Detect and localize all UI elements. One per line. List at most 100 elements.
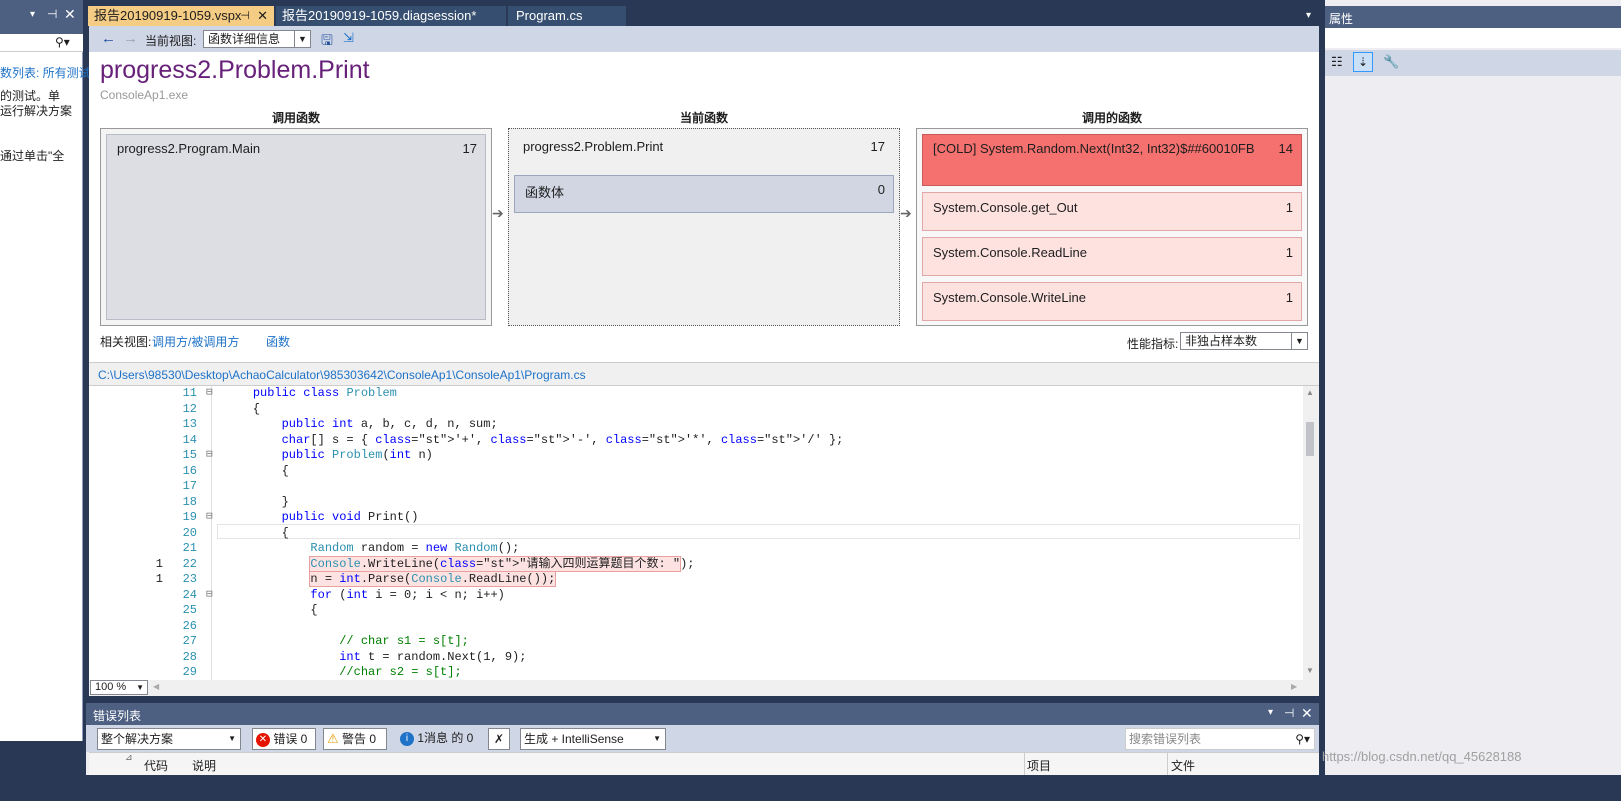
current-view-value: 函数详细信息 bbox=[208, 32, 281, 46]
line-number: 20 bbox=[182, 525, 197, 540]
callers-heading: 调用函数 bbox=[271, 111, 320, 125]
code-text: public int a, b, c, d, n, sum; bbox=[281, 417, 498, 431]
pin-icon[interactable]: ⊣ bbox=[47, 7, 57, 21]
side-panel-search[interactable]: ⚲▾ bbox=[0, 34, 83, 52]
callee-item[interactable]: System.Console.ReadLine 1 bbox=[922, 237, 1302, 276]
save-icon[interactable]: 🖫 bbox=[321, 30, 333, 54]
column-divider bbox=[1167, 753, 1168, 776]
error-list-header: ⊿ 代码 说明 项目 文件 bbox=[89, 752, 1319, 776]
caller-item[interactable]: progress2.Program.Main 17 bbox=[106, 134, 486, 320]
related-functions-link[interactable]: 函数 bbox=[266, 333, 290, 350]
tab-label: 报告20190919-1059.vspx bbox=[94, 8, 242, 23]
tab-report-vspx[interactable]: 报告20190919-1059.vspx ⊣ ✕ bbox=[88, 6, 274, 26]
properties-object-selector[interactable] bbox=[1325, 28, 1621, 48]
scrollbar-thumb[interactable] bbox=[1306, 422, 1314, 456]
messages-filter-button[interactable]: i 1消息 的 0 bbox=[398, 728, 482, 750]
errors-filter-button[interactable]: ✕ 错误 0 bbox=[252, 728, 316, 750]
scroll-down-icon[interactable]: ▼ bbox=[1306, 666, 1314, 675]
filter-toggle-button[interactable]: ✗ bbox=[488, 728, 510, 750]
code-text: { bbox=[224, 401, 261, 416]
line-number: 17 bbox=[182, 479, 197, 493]
properties-titlebar: 属性 bbox=[1325, 6, 1621, 28]
column-code[interactable]: 代码 bbox=[144, 757, 168, 774]
chevron-down-icon: ▼ bbox=[653, 734, 661, 743]
error-list-title: 错误列表 bbox=[93, 709, 142, 723]
code-text: { bbox=[224, 603, 318, 617]
collapse-icon[interactable]: ⊟ bbox=[206, 588, 213, 604]
search-icon[interactable]: ⚲▾ bbox=[1295, 729, 1310, 749]
hit-count: 1 bbox=[155, 556, 163, 571]
scope-select[interactable]: 整个解决方案 ▼ bbox=[97, 728, 241, 750]
dropdown-icon[interactable]: ▾ bbox=[1268, 707, 1273, 718]
metric-select[interactable]: 非独占样本数 ▼ bbox=[1180, 332, 1308, 350]
search-icon[interactable]: ⚲▾ bbox=[55, 35, 70, 49]
side-panel-text: 运行解决方案 bbox=[0, 104, 73, 118]
forward-arrow-icon[interactable]: → bbox=[123, 30, 138, 47]
filter-icon: ✗ bbox=[493, 732, 505, 746]
column-project[interactable]: 项目 bbox=[1027, 757, 1051, 774]
back-arrow-icon[interactable]: ← bbox=[101, 30, 116, 47]
error-list-titlebar: 错误列表 ▾ ⊣ ✕ bbox=[86, 703, 1319, 725]
scroll-left-icon[interactable]: ◀ bbox=[153, 682, 159, 691]
close-icon[interactable]: ✕ bbox=[257, 6, 268, 26]
tab-diagsession[interactable]: 报告20190919-1059.diagsession* bbox=[276, 6, 506, 26]
code-line: 16 { bbox=[89, 464, 1299, 480]
scroll-right-icon[interactable]: ▶ bbox=[1291, 682, 1297, 691]
report-toolbar: ← → 当前视图: 函数详细信息 ▼ 🖫 ⇲ bbox=[89, 26, 1319, 52]
function-body-item[interactable]: 函数体 0 bbox=[514, 175, 894, 213]
wrench-icon[interactable]: 🔧 bbox=[1383, 54, 1399, 70]
related-callers-link[interactable]: 调用方/被调用方 bbox=[152, 333, 239, 350]
scroll-up-icon[interactable]: ▲ bbox=[1306, 388, 1314, 397]
arrow-right-icon: ➔ bbox=[492, 205, 504, 221]
error-list-toolbar: 整个解决方案 ▼ ✕ 错误 0 ⚠ 警告 0 i 1消息 的 0 ✗ 生成 + … bbox=[86, 725, 1319, 752]
callee-item[interactable]: System.Console.get_Out 1 bbox=[922, 192, 1302, 231]
alphabetical-sort-icon[interactable]: ⇣ bbox=[1353, 52, 1373, 72]
code-line: 25 { bbox=[89, 603, 1299, 619]
collapse-icon[interactable]: ⊟ bbox=[206, 510, 213, 526]
line-number: 11 bbox=[182, 386, 197, 400]
callee-item[interactable]: System.Console.WriteLine 1 bbox=[922, 282, 1302, 321]
pin-icon[interactable]: ⊣ bbox=[1284, 706, 1294, 720]
zoom-select[interactable]: 100 % ▼ bbox=[90, 680, 148, 695]
dropdown-icon[interactable]: ▾ bbox=[30, 9, 35, 20]
column-description[interactable]: 说明 bbox=[192, 757, 216, 774]
warnings-filter-button[interactable]: ⚠ 警告 0 bbox=[323, 728, 387, 750]
arrow-right-icon: ➔ bbox=[900, 205, 912, 221]
current-view-select[interactable]: 函数详细信息 ▼ bbox=[203, 30, 311, 48]
current-function-box: progress2.Problem.Print 17 bbox=[508, 128, 900, 326]
function-title: progress2.Problem.Print bbox=[100, 56, 370, 84]
export-icon[interactable]: ⇲ bbox=[343, 30, 354, 46]
caller-name: progress2.Program.Main bbox=[117, 141, 261, 156]
callee-value: 14 bbox=[1278, 141, 1293, 156]
current-function-value: 17 bbox=[870, 139, 885, 154]
close-icon[interactable]: ✕ bbox=[64, 6, 76, 23]
build-source-select[interactable]: 生成 + IntelliSense ▼ bbox=[520, 728, 666, 750]
vertical-scrollbar[interactable]: ▲ ▼ bbox=[1303, 386, 1319, 680]
source-file-path[interactable]: C:\Users\98530\Desktop\AchaoCalculator\9… bbox=[98, 368, 586, 382]
code-text: Random random = new Random(); bbox=[310, 541, 520, 555]
code-editor[interactable]: 11 ⊟ public class Problem 12 {13 public in… bbox=[89, 386, 1319, 680]
properties-panel bbox=[1325, 0, 1621, 775]
callee-item[interactable]: [COLD] System.Random.Next(Int32, Int32)$… bbox=[922, 134, 1302, 186]
code-line: 14 char[] s = { class="st">'+', class="s… bbox=[89, 433, 1299, 449]
callee-name: System.Console.ReadLine bbox=[933, 245, 1087, 260]
line-number: 29 bbox=[182, 665, 197, 679]
line-number: 27 bbox=[182, 634, 197, 648]
side-panel-titlebar: ▾ ⊣ ✕ bbox=[0, 0, 83, 34]
line-number: 12 bbox=[182, 401, 197, 416]
tab-overflow-icon[interactable]: ▾ bbox=[1306, 10, 1311, 21]
pin-icon[interactable]: ⊣ bbox=[240, 6, 250, 26]
side-panel-link[interactable]: 数列表: 所有测试 bbox=[0, 64, 91, 81]
collapse-icon[interactable]: ⊟ bbox=[206, 386, 213, 402]
watermark: https://blog.csdn.net/qq_45628188 bbox=[1322, 749, 1522, 764]
code-line: 1 23 n = int.Parse(Console.ReadLine()); bbox=[89, 571, 1299, 588]
categorized-icon[interactable]: ☷ bbox=[1331, 54, 1343, 70]
chevron-down-icon: ▼ bbox=[136, 683, 144, 692]
column-chooser-icon[interactable]: ⊿ bbox=[125, 752, 133, 763]
collapse-icon[interactable]: ⊟ bbox=[206, 448, 213, 464]
code-line: 13 public int a, b, c, d, n, sum; bbox=[89, 417, 1299, 433]
close-icon[interactable]: ✕ bbox=[1301, 705, 1313, 722]
tab-program-cs[interactable]: Program.cs bbox=[508, 6, 626, 26]
error-search-input[interactable]: 搜索错误列表 ⚲▾ bbox=[1125, 728, 1315, 750]
column-file[interactable]: 文件 bbox=[1171, 757, 1195, 774]
